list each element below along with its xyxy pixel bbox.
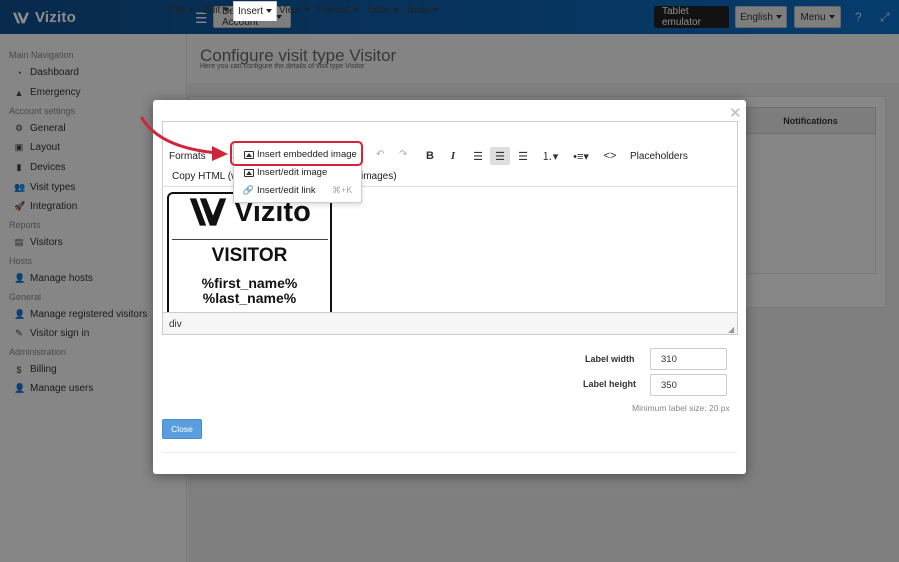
- menu-insert[interactable]: Insert: [233, 1, 278, 21]
- menu-item-insert-edit-image[interactable]: Insert/edit image: [243, 167, 327, 178]
- image-icon: [243, 168, 254, 177]
- redo-icon[interactable]: ↷: [399, 149, 407, 160]
- label-visitor-text: VISITOR: [211, 245, 288, 266]
- align-center-icon[interactable]: ☰: [490, 147, 510, 165]
- element-path[interactable]: div: [169, 319, 182, 330]
- link-shortcut: ⌘+K: [332, 185, 353, 195]
- numbered-list-icon[interactable]: ⒈▾: [536, 147, 564, 165]
- bold-icon[interactable]: B: [420, 147, 440, 165]
- copy-html-button-suffix[interactable]: images): [361, 171, 397, 182]
- label-first-name-placeholder: %first_name%: [201, 275, 298, 291]
- label-width-input[interactable]: [650, 348, 727, 370]
- label-height-input[interactable]: [650, 374, 727, 396]
- highlight-box: [230, 141, 363, 166]
- vizito-logo-icon: [189, 198, 227, 226]
- menu-view[interactable]: View: [279, 5, 310, 16]
- menu-file[interactable]: File: [169, 5, 194, 16]
- menu-edit[interactable]: Edit: [203, 5, 229, 16]
- link-icon: 🔗: [242, 185, 255, 195]
- align-right-icon[interactable]: ☰: [513, 147, 533, 165]
- formats-dropdown[interactable]: Formats: [169, 151, 206, 162]
- modal-divider: [162, 452, 738, 453]
- undo-icon[interactable]: ↶: [376, 149, 384, 160]
- placeholders-button[interactable]: Placeholders: [630, 151, 688, 162]
- label-width-label: Label width: [585, 354, 635, 364]
- close-button[interactable]: Close: [162, 419, 202, 439]
- bullet-list-icon[interactable]: •≡▾: [567, 147, 595, 165]
- source-code-icon[interactable]: <>: [600, 147, 620, 165]
- resize-handle-icon[interactable]: ◢: [728, 325, 734, 334]
- label-last-name-placeholder: %last_name%: [202, 290, 297, 306]
- menu-format[interactable]: Format: [318, 5, 359, 16]
- editor-status-bar: div: [163, 312, 737, 334]
- menu-tools[interactable]: Tools: [406, 5, 438, 16]
- minimum-size-note: Minimum label size: 20 px: [632, 403, 730, 413]
- align-left-icon[interactable]: ☰: [468, 147, 488, 165]
- close-icon[interactable]: ✕: [729, 104, 742, 122]
- menu-item-insert-edit-link[interactable]: 🔗 Insert/edit link: [243, 185, 316, 196]
- copy-html-button[interactable]: Copy HTML (wi: [172, 171, 241, 182]
- menu-table[interactable]: Table: [366, 5, 399, 16]
- label-height-label: Label height: [583, 379, 637, 389]
- label-divider: [172, 239, 328, 240]
- italic-icon[interactable]: I: [443, 147, 463, 165]
